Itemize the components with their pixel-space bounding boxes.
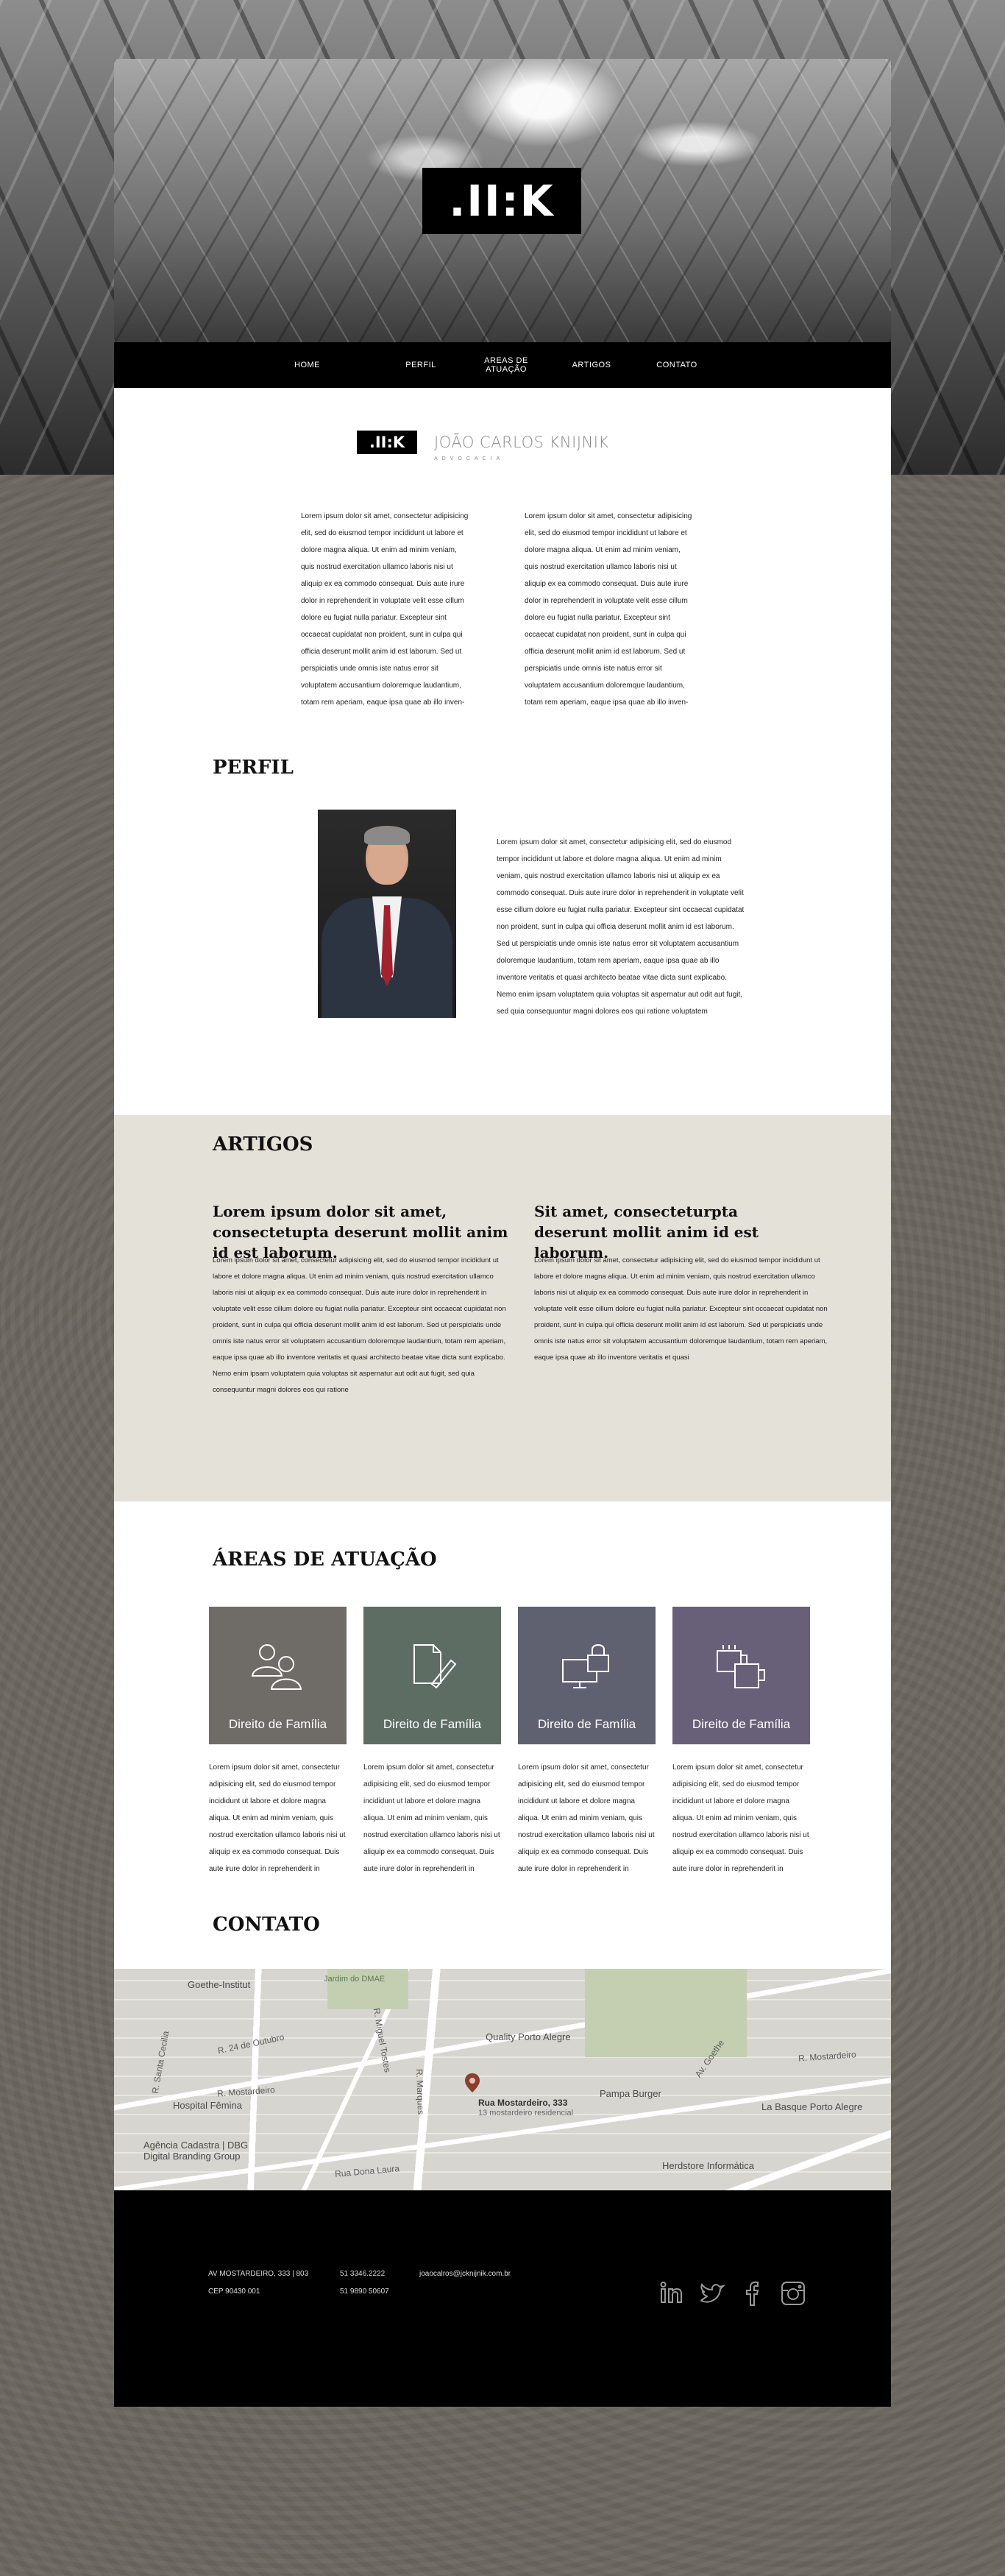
map-street: Rua Dona Laura bbox=[334, 2163, 400, 2179]
twitter-icon[interactable] bbox=[699, 2280, 725, 2307]
map-label: Hospital Fêmina bbox=[173, 2100, 242, 2111]
location-map[interactable]: Goethe-Institut Jardim do DMAE Quality P… bbox=[114, 1969, 891, 2190]
profile-photo bbox=[318, 810, 456, 1018]
nav-areas[interactable]: AREAS DE ATUAÇÃO bbox=[464, 356, 549, 374]
area-tile-2[interactable]: Direito de Família bbox=[363, 1607, 501, 1744]
contato-title: CONTATO bbox=[213, 1914, 320, 1936]
area-desc-4: Lorem ipsum dolor sit amet, consectetur … bbox=[672, 1763, 809, 1873]
area-tile-3[interactable]: Direito de Família bbox=[518, 1607, 656, 1744]
map-pin-subtitle: 13 mostardeiro residencial bbox=[478, 2109, 574, 2117]
map-street: R. 24 de Outubro bbox=[216, 2031, 285, 2056]
nav-home[interactable]: HOME bbox=[294, 361, 378, 369]
map-label: Jardim do DMAE bbox=[324, 1975, 386, 1984]
brand-header: .II:K JOÃO CARLOS KNIJNIK ADVOCACIA bbox=[357, 431, 666, 475]
area-tile-label: Direito de Família bbox=[228, 1717, 327, 1731]
nav-artigos[interactable]: ARTIGOS bbox=[549, 361, 634, 369]
map-street: R. Marques bbox=[413, 2068, 427, 2115]
instagram-icon[interactable] bbox=[780, 2280, 806, 2307]
map-street: R. Mostardeiro bbox=[216, 2084, 276, 2099]
map-label: Pampa Burger bbox=[600, 2088, 661, 2099]
brand-name: JOÃO CARLOS KNIJNIK bbox=[434, 434, 609, 451]
map-street: R. Miguel Tostes bbox=[371, 2007, 393, 2073]
map-pin-title: Rua Mostardeiro, 333 bbox=[478, 2098, 568, 2108]
hero-logo[interactable]: .II:K bbox=[422, 168, 581, 234]
main-nav: HOME PERFIL AREAS DE ATUAÇÃO ARTIGOS CON… bbox=[114, 342, 891, 388]
brand-logo[interactable]: .II:K bbox=[357, 431, 417, 454]
perfil-title: PERFIL bbox=[213, 757, 294, 779]
article-text-1: Lorem ipsum dolor sit amet, consectetur … bbox=[213, 1256, 506, 1394]
intro-text-right: Lorem ipsum dolor sit amet, consectetur … bbox=[525, 512, 692, 707]
footer-address-line1: AV MOSTARDEIRO, 333 | 803 bbox=[208, 2270, 309, 2278]
map-label: Agência Cadastra | DBG Digital Branding … bbox=[143, 2140, 249, 2162]
area-tile-label: Direito de Família bbox=[537, 1717, 636, 1731]
page-container: .II:K HOME PERFIL AREAS DE ATUAÇÃO ARTIG… bbox=[114, 59, 891, 2407]
areas-title: ÁREAS DE ATUAÇÃO bbox=[213, 1549, 437, 1571]
footer-phone-1[interactable]: 51 3346.2222 bbox=[340, 2265, 385, 2283]
area-tile-4[interactable]: Direito de Família bbox=[672, 1607, 810, 1744]
map-label: La Basque Porto Alegre bbox=[761, 2101, 863, 2112]
footer-phone-2[interactable]: 51 9890 50607 bbox=[340, 2283, 389, 2301]
map-street: R. Santa Cecilia bbox=[149, 2030, 171, 2095]
linkedin-icon[interactable] bbox=[658, 2280, 685, 2307]
facebook-icon[interactable] bbox=[739, 2280, 766, 2307]
area-tile-label: Direito de Família bbox=[383, 1717, 482, 1731]
map-pin-icon[interactable] bbox=[465, 2073, 480, 2092]
area-tile-1[interactable]: Direito de Família bbox=[209, 1607, 347, 1744]
map-label: Goethe-Institut bbox=[188, 1979, 251, 1990]
intro-text-left: Lorem ipsum dolor sit amet, consectetur … bbox=[301, 512, 469, 707]
article-text-2: Lorem ipsum dolor sit amet, consectetur … bbox=[534, 1256, 828, 1362]
perfil-text: Lorem ipsum dolor sit amet, consectetur … bbox=[497, 838, 745, 1016]
brand-subtitle: ADVOCACIA bbox=[434, 456, 505, 461]
footer-address-line2: CEP 90430 001 bbox=[208, 2287, 260, 2296]
area-desc-1: Lorem ipsum dolor sit amet, consectetur … bbox=[209, 1763, 346, 1873]
footer-email[interactable]: joaocalros@jcknijnik.com.br bbox=[419, 2265, 511, 2283]
map-street: R. Mostardeiro bbox=[798, 2049, 857, 2064]
nav-perfil[interactable]: PERFIL bbox=[378, 361, 464, 369]
area-tile-label: Direito de Família bbox=[692, 1717, 791, 1731]
artigos-title: ARTIGOS bbox=[213, 1133, 313, 1156]
map-label: Herdstore Informática bbox=[662, 2160, 754, 2171]
computer-lock-icon bbox=[562, 1644, 609, 1688]
footer: AV MOSTARDEIRO, 333 | 803 CEP 90430 001 … bbox=[114, 2190, 891, 2407]
area-desc-2: Lorem ipsum dolor sit amet, consectetur … bbox=[363, 1763, 500, 1873]
document-pen-icon bbox=[413, 1644, 457, 1689]
cups-icon bbox=[717, 1645, 765, 1688]
nav-contato[interactable]: CONTATO bbox=[634, 361, 720, 369]
map-label: Quality Porto Alegre bbox=[486, 2031, 571, 2042]
people-icon bbox=[251, 1644, 302, 1690]
area-desc-3: Lorem ipsum dolor sit amet, consectetur … bbox=[518, 1763, 655, 1873]
hero-banner: .II:K bbox=[114, 59, 891, 342]
